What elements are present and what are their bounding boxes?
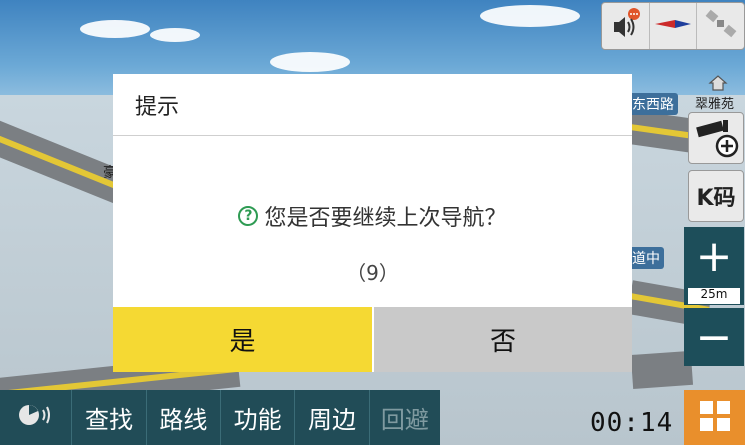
scale-label: 25m <box>700 287 728 301</box>
zoom-out-button[interactable]: − <box>684 308 744 366</box>
compass-icon <box>653 14 693 38</box>
clock: 00:14 <box>590 408 674 438</box>
cloud <box>150 28 200 42</box>
function-button[interactable]: 功能 <box>221 390 296 445</box>
no-button[interactable]: 否 <box>374 307 632 372</box>
countdown: （9） <box>346 261 399 285</box>
zoom-in-button[interactable]: + <box>684 227 744 285</box>
bottom-toolbar: 查找 路线 功能 周边 回避 <box>0 390 440 445</box>
menu-button[interactable] <box>684 390 745 445</box>
compass-button[interactable] <box>650 3 698 49</box>
dialog-title: 提示 <box>113 74 632 136</box>
search-button[interactable]: 查找 <box>72 390 147 445</box>
camera-plus-icon <box>693 114 739 162</box>
road-label: 道中 <box>628 247 664 269</box>
dialog-buttons: 是 否 <box>113 307 632 372</box>
satellite-icon <box>705 8 737 44</box>
camera-add-button[interactable] <box>688 112 744 164</box>
gps-button[interactable] <box>697 3 744 49</box>
road-label: 东西路 <box>628 93 678 115</box>
kcode-button[interactable]: K码 <box>688 170 744 222</box>
home-icon <box>708 74 728 96</box>
grid-menu-icon <box>698 399 732 437</box>
cloud <box>270 52 350 72</box>
nearby-button[interactable]: 周边 <box>295 390 370 445</box>
speaker-icon <box>608 7 642 45</box>
sound-button[interactable] <box>602 3 650 49</box>
voice-icon <box>16 402 56 434</box>
cloud <box>80 20 150 38</box>
cloud <box>480 5 580 27</box>
top-controls <box>601 2 745 50</box>
dialog-message-row: ? 您是否要继续上次导航？ <box>113 200 632 232</box>
voice-button[interactable] <box>0 390 73 445</box>
resume-navigation-dialog: 提示 ? 您是否要继续上次导航？ （9） 是 否 <box>113 74 632 372</box>
dialog-message: 您是否要继续上次导航？ <box>264 206 507 231</box>
route-button[interactable]: 路线 <box>147 390 221 445</box>
avoid-button[interactable]: 回避 <box>370 390 440 445</box>
question-icon: ? <box>238 206 259 226</box>
scale-indicator: 25m <box>684 285 744 305</box>
yes-button[interactable]: 是 <box>113 307 372 372</box>
